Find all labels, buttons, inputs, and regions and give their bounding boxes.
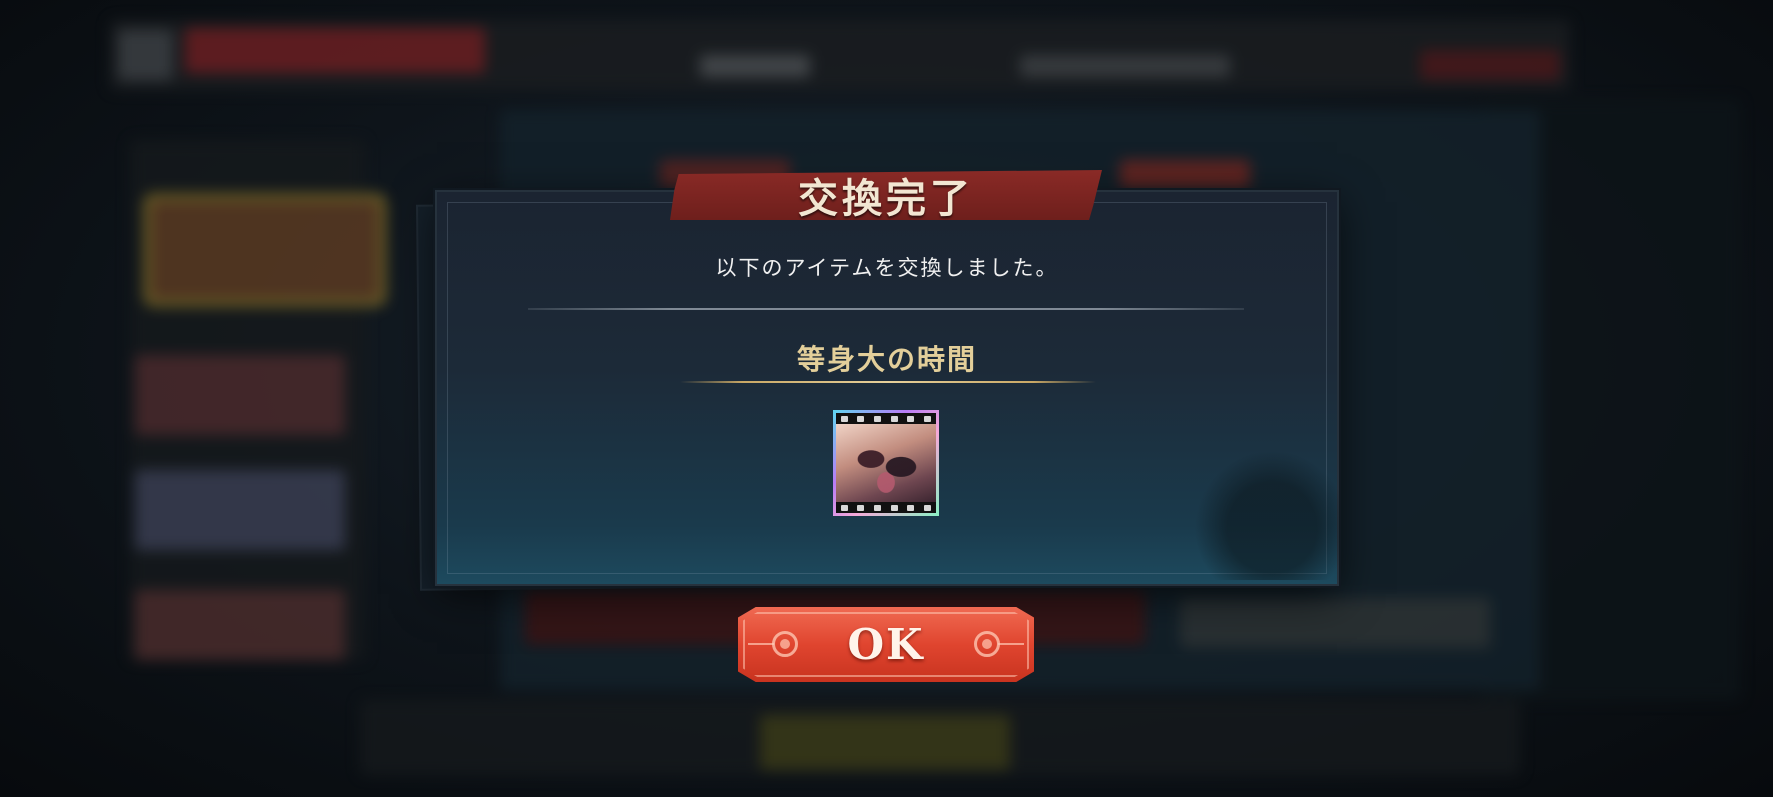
dialog-title-banner: 交換完了 [670, 170, 1102, 220]
film-strip-bottom [836, 502, 936, 513]
ok-button-label: OK [847, 620, 925, 669]
divider-line [528, 308, 1244, 310]
game-screen: 交換完了 以下のアイテムを交換しました。 等身大の時間 OK [0, 0, 1773, 797]
ok-button[interactable]: OK [738, 607, 1034, 682]
background-card-selected [150, 200, 380, 300]
dialog-message: 以下のアイテムを交換しました。 [715, 256, 1059, 280]
background-back-button [118, 30, 173, 80]
background-currency [1020, 55, 1230, 77]
background-title-tag [185, 28, 485, 73]
background-card [135, 470, 345, 550]
film-photo-icon[interactable] [833, 410, 939, 516]
background-tab [1120, 160, 1250, 188]
background-card [135, 355, 345, 435]
background-bottom-tab [760, 715, 1010, 770]
ornament-line [998, 643, 1024, 645]
film-photo-image [836, 424, 936, 502]
background-card [135, 590, 345, 660]
item-name-underline [680, 381, 1096, 383]
film-strip-top [836, 413, 936, 424]
exchange-complete-dialog [437, 192, 1337, 584]
dialog-title: 交換完了 [798, 175, 974, 222]
background-row [1180, 598, 1490, 648]
ornament-circle-icon [772, 631, 798, 657]
item-name: 等身大の時間 [796, 343, 977, 376]
background-top-tag [1420, 50, 1560, 80]
ornament-circle-icon [974, 631, 1000, 657]
ornament-line [748, 643, 774, 645]
background-currency [700, 55, 810, 77]
